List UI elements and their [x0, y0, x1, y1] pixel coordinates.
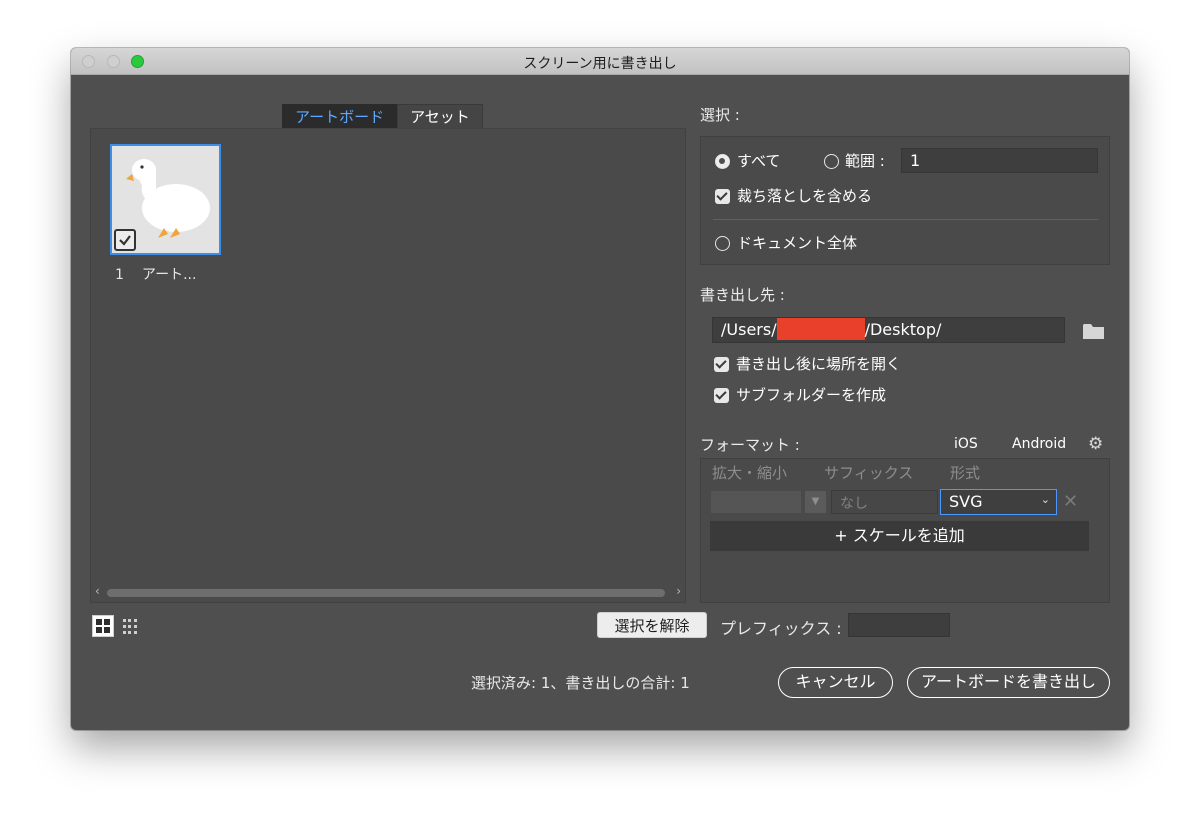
- remove-scale-icon[interactable]: ✕: [1063, 491, 1078, 512]
- range-input[interactable]: 1: [901, 148, 1098, 173]
- scale-column-header: 拡大・縮小: [712, 464, 788, 482]
- cancel-button[interactable]: キャンセル: [778, 667, 893, 698]
- prefix-input[interactable]: [848, 613, 950, 637]
- export-for-screens-dialog: スクリーン用に書き出し アートボード アセット 1 アート... ‹ › 選択 …: [71, 48, 1129, 730]
- selection-divider: [713, 219, 1099, 220]
- deselect-button[interactable]: 選択を解除: [597, 612, 707, 638]
- export-to-label: 書き出し先 :: [700, 286, 785, 304]
- scale-dropdown-button[interactable]: ▼: [804, 490, 827, 514]
- list-view-icon: [123, 619, 137, 634]
- selection-box: すべて 範囲 : 1 裁ち落としを含める ドキュメント全体: [700, 136, 1110, 265]
- list-view-button[interactable]: [120, 615, 142, 637]
- check-icon: [119, 235, 131, 246]
- artboard-number: 1: [115, 267, 124, 283]
- path-prefix: /Users/: [721, 320, 777, 339]
- gear-icon[interactable]: ⚙: [1088, 434, 1103, 454]
- folder-icon[interactable]: [1083, 323, 1104, 339]
- artboard-panel: 1 アート... ‹ ›: [90, 128, 686, 603]
- radio-range[interactable]: [824, 154, 839, 169]
- add-scale-button[interactable]: + スケールを追加: [710, 521, 1089, 551]
- radio-all-label: すべて: [737, 152, 781, 170]
- scroll-left-icon[interactable]: ‹: [95, 584, 100, 598]
- format-section-label: フォーマット :: [700, 436, 800, 454]
- artboard-thumbnail[interactable]: [110, 144, 221, 255]
- radio-range-label: 範囲 :: [845, 152, 885, 170]
- artboard-select-checkbox[interactable]: [114, 229, 136, 251]
- artboard-name: アート...: [141, 267, 197, 283]
- selection-section-label: 選択 :: [700, 106, 740, 124]
- title-bar: スクリーン用に書き出し: [71, 48, 1129, 75]
- android-button[interactable]: Android: [1012, 436, 1066, 452]
- suffix-input[interactable]: なし: [831, 490, 938, 514]
- format-select-value: SVG: [949, 492, 983, 511]
- ios-button[interactable]: iOS: [954, 436, 978, 452]
- prefix-label: プレフィックス :: [720, 619, 842, 638]
- scale-input[interactable]: [710, 490, 802, 514]
- radio-whole-document-label: ドキュメント全体: [737, 234, 858, 252]
- grid-view-button[interactable]: [92, 615, 114, 637]
- grid-view-icon: [96, 619, 110, 633]
- path-suffix: /Desktop/: [864, 320, 942, 339]
- format-column-header: 形式: [950, 464, 981, 482]
- artboard-label: 1 アート...: [115, 264, 214, 284]
- window-title: スクリーン用に書き出し: [523, 56, 677, 72]
- chevron-down-icon: ⌄: [1040, 493, 1050, 506]
- create-subfolder-checkbox[interactable]: [714, 388, 729, 403]
- create-subfolder-label: サブフォルダーを作成: [736, 386, 887, 404]
- radio-all[interactable]: [715, 154, 730, 169]
- horizontal-scrollbar[interactable]: ‹ ›: [95, 584, 681, 598]
- radio-whole-document[interactable]: [715, 236, 730, 251]
- export-artboard-button[interactable]: アートボードを書き出し: [907, 667, 1110, 698]
- chevron-down-icon: ▼: [811, 496, 820, 507]
- scroll-right-icon[interactable]: ›: [676, 584, 681, 598]
- tab-artboards[interactable]: アートボード: [282, 104, 398, 129]
- suffix-column-header: サフィックス: [824, 464, 914, 482]
- open-after-export-label: 書き出し後に場所を開く: [736, 355, 902, 373]
- include-bleed-label: 裁ち落としを含める: [737, 187, 873, 205]
- include-bleed-checkbox[interactable]: [715, 189, 730, 204]
- format-select[interactable]: SVG ⌄: [940, 489, 1057, 515]
- export-status: 選択済み: 1、書き出しの合計: 1: [471, 674, 690, 692]
- tab-bar: アートボード アセット: [282, 104, 483, 129]
- tab-assets[interactable]: アセット: [397, 104, 483, 129]
- redacted-username: [776, 318, 865, 340]
- export-path-field[interactable]: /Users/ /Desktop/: [712, 317, 1065, 343]
- open-after-export-checkbox[interactable]: [714, 357, 729, 372]
- scrollbar-thumb[interactable]: [107, 589, 665, 597]
